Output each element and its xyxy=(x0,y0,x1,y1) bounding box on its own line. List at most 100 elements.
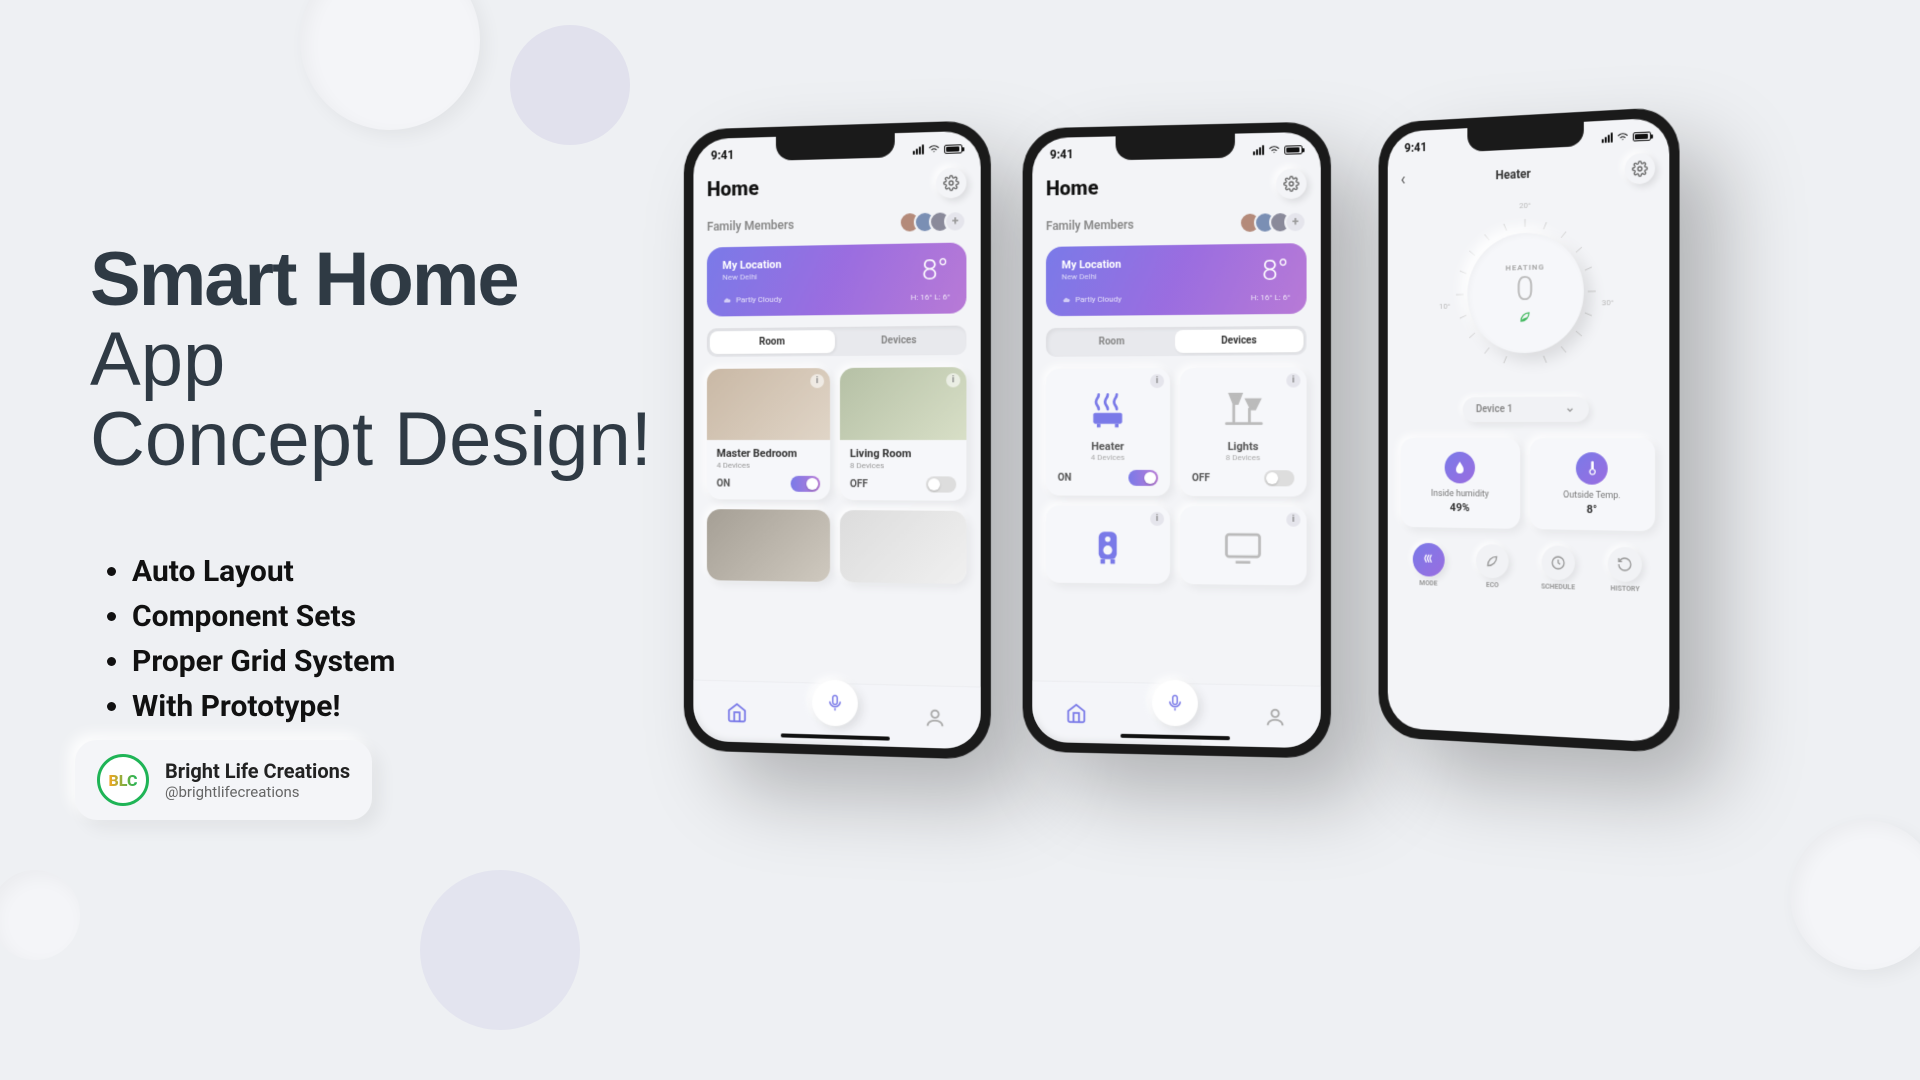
dial-mark-right: 30° xyxy=(1602,298,1614,307)
mode-button-schedule[interactable]: SCHEDULE xyxy=(1529,545,1587,592)
leaf-icon xyxy=(1518,309,1532,323)
mic-icon xyxy=(1166,693,1184,711)
device-toggle[interactable] xyxy=(1264,470,1294,486)
tab-devices[interactable]: Devices xyxy=(835,329,963,353)
device-card[interactable]: i xyxy=(1180,506,1307,585)
gear-icon xyxy=(1283,176,1299,192)
feature-item: With Prototype! xyxy=(132,684,670,729)
decorative-circle xyxy=(420,870,580,1030)
wifi-icon xyxy=(1268,145,1280,155)
device-toggle[interactable] xyxy=(1128,470,1158,486)
voice-button[interactable] xyxy=(1152,679,1198,726)
device-card[interactable]: i xyxy=(1046,505,1170,584)
stat-value: 8° xyxy=(1538,502,1647,517)
tab-devices[interactable]: Devices xyxy=(1175,329,1304,353)
heat-icon xyxy=(1421,552,1436,568)
mode-button-eco[interactable]: ECO xyxy=(1464,544,1521,590)
thermometer-icon xyxy=(1576,452,1608,485)
settings-button[interactable] xyxy=(1625,153,1655,185)
info-icon[interactable]: i xyxy=(1150,512,1164,526)
battery-icon xyxy=(1633,131,1651,141)
room-card[interactable] xyxy=(707,509,830,582)
status-time: 9:41 xyxy=(1050,147,1074,161)
dial-mark-top: 20° xyxy=(1519,201,1531,210)
room-card-living-room[interactable]: i Living Room 8 Devices OFF xyxy=(840,367,966,501)
info-icon[interactable]: i xyxy=(1286,513,1300,527)
room-image xyxy=(707,509,830,582)
settings-button[interactable] xyxy=(936,167,966,198)
home-icon xyxy=(1066,701,1088,723)
phone-mockup-rooms: 9:41 Home Family Members xyxy=(684,120,991,760)
room-card[interactable] xyxy=(840,510,966,584)
headline-section: Smart Home App Concept Design! Auto Layo… xyxy=(90,240,670,729)
bottom-tab-bar xyxy=(1032,680,1320,748)
status-time: 9:41 xyxy=(1404,140,1426,155)
avatar-add[interactable]: + xyxy=(944,210,966,233)
screen-title: Home xyxy=(1046,176,1098,201)
room-toggle[interactable] xyxy=(791,476,821,492)
dial-mark-left: 10° xyxy=(1439,302,1450,311)
mode-icon-wrap xyxy=(1541,545,1574,580)
stat-label: Outside Temp. xyxy=(1538,490,1647,501)
device-card-heater[interactable]: i Heater 4 Devices ON xyxy=(1046,368,1170,496)
phone-notch xyxy=(1116,134,1235,161)
wifi-icon xyxy=(1617,132,1629,143)
phone-mockup-devices: 9:41 Home Family Members xyxy=(1023,121,1331,758)
stat-card-humidity[interactable]: Inside humidity 49% xyxy=(1401,438,1520,529)
info-icon[interactable]: i xyxy=(1286,373,1300,387)
info-icon[interactable]: i xyxy=(1150,374,1164,388)
room-devices-tabs[interactable]: Room Devices xyxy=(1046,326,1307,357)
info-icon[interactable]: i xyxy=(946,373,960,387)
room-devices-tabs[interactable]: Room Devices xyxy=(707,326,966,358)
back-button[interactable]: ‹ xyxy=(1401,169,1406,190)
home-indicator[interactable] xyxy=(1121,734,1230,740)
room-card-master-bedroom[interactable]: i Master Bedroom 4 Devices ON xyxy=(707,368,830,500)
family-avatars[interactable]: + xyxy=(1246,211,1307,234)
brand-name: Bright Life Creations xyxy=(165,759,350,783)
info-icon[interactable]: i xyxy=(810,374,824,388)
mode-button-mode[interactable]: MODE xyxy=(1401,542,1457,588)
tab-profile[interactable] xyxy=(1262,703,1288,730)
headline-light-2: Concept Design! xyxy=(90,397,652,482)
tab-room[interactable]: Room xyxy=(710,330,835,354)
screen-title: Home xyxy=(707,176,759,201)
stat-card-outside-temp[interactable]: Outside Temp. 8° xyxy=(1530,438,1655,531)
tv-icon xyxy=(1221,525,1265,570)
profile-icon xyxy=(924,706,946,729)
features-list: Auto Layout Component Sets Proper Grid S… xyxy=(90,549,670,729)
voice-button[interactable] xyxy=(812,679,858,726)
tab-home[interactable] xyxy=(1064,699,1089,725)
brand-logo: BLC xyxy=(97,754,149,806)
device-state: OFF xyxy=(1192,473,1210,484)
room-device-count: 8 Devices xyxy=(850,461,956,470)
cloud-icon xyxy=(1062,296,1072,304)
device-state: ON xyxy=(1058,472,1072,483)
mode-button-history[interactable]: HISTORY xyxy=(1595,546,1655,593)
settings-button[interactable] xyxy=(1276,168,1306,199)
device-name: Heater xyxy=(1056,440,1160,453)
dial-value: 0 xyxy=(1516,271,1534,305)
avatar-add[interactable]: + xyxy=(1284,211,1306,234)
tab-home[interactable] xyxy=(724,699,749,725)
bottom-tab-bar xyxy=(693,680,980,750)
weather-card[interactable]: My Location New Delhi 8° Partly Cloudy H… xyxy=(707,242,966,316)
room-image xyxy=(840,510,966,584)
home-indicator[interactable] xyxy=(781,733,890,740)
family-avatars[interactable]: + xyxy=(906,210,967,234)
weather-card[interactable]: My Location New Delhi 8° Partly Cloudy H… xyxy=(1046,243,1307,316)
leaf-icon xyxy=(1485,553,1500,569)
decorative-circle xyxy=(510,25,630,145)
room-name: Master Bedroom xyxy=(717,447,821,460)
room-toggle[interactable] xyxy=(926,476,956,492)
headline: Smart Home App Concept Design! xyxy=(90,240,670,479)
stat-label: Inside humidity xyxy=(1408,489,1512,500)
brand-card: BLC Bright Life Creations @brightlifecre… xyxy=(75,740,372,820)
device-card-lights[interactable]: i Lights 8 Devices OFF xyxy=(1180,367,1307,496)
chevron-down-icon xyxy=(1565,404,1575,414)
temperature-dial[interactable]: 20° 10° 30° HEATING 0 xyxy=(1439,199,1614,383)
decorative-circle xyxy=(0,870,80,960)
tab-room[interactable]: Room xyxy=(1049,330,1175,354)
mode-label: ECO xyxy=(1486,581,1499,589)
tab-profile[interactable] xyxy=(922,704,948,731)
device-selector[interactable]: Device 1 xyxy=(1463,397,1589,422)
